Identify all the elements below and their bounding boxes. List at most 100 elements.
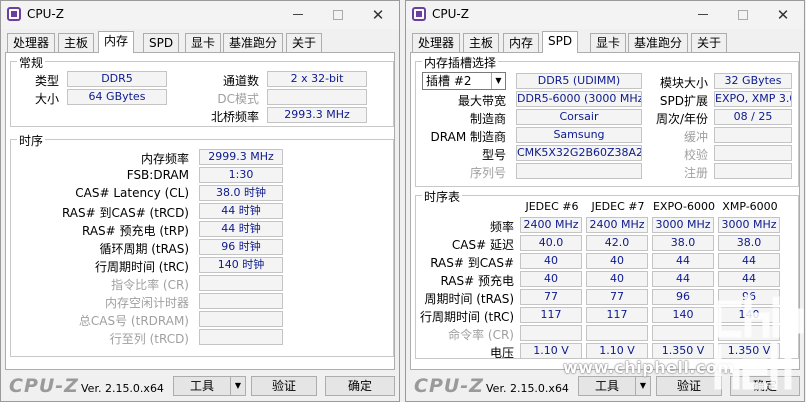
timing-value: 44 时钟 xyxy=(199,221,283,237)
cpuz-brand-logo: CPU-Z xyxy=(9,375,79,397)
timing-label: RAS# 预充电 (tRP) xyxy=(81,224,189,238)
close-button[interactable]: ✕ xyxy=(768,4,798,26)
chevron-down-icon: ▼ xyxy=(234,381,242,390)
manufacturer-label: 制造商 xyxy=(469,112,506,126)
serial-value xyxy=(516,163,642,179)
minimize-icon xyxy=(698,14,708,15)
maximize-button[interactable] xyxy=(728,4,758,26)
module-type-value: DDR5 (UDIMM) xyxy=(516,73,642,89)
version-text: Ver. 2.15.0.x64 xyxy=(486,382,569,395)
module-size-label: 模块大小 xyxy=(659,76,708,90)
spd-ext-value: EXPO, XMP 3.0 xyxy=(714,91,792,107)
buffered-label: 缓冲 xyxy=(683,130,708,144)
channels-label: 通道数 xyxy=(222,74,259,88)
title-bar[interactable]: CPU-Z ✕ xyxy=(406,1,804,29)
correction-label: 校验 xyxy=(683,148,708,162)
timing-label: 内存空闲计时器 xyxy=(104,296,189,310)
close-icon: ✕ xyxy=(371,6,385,24)
validate-button[interactable]: 验证 xyxy=(656,376,722,396)
minimize-icon xyxy=(293,14,303,15)
title-bar[interactable]: CPU-Z ✕ xyxy=(1,1,399,29)
timing-value: 2999.3 MHz xyxy=(199,149,283,165)
timing-cell xyxy=(520,325,582,341)
timing-cell: 77 xyxy=(520,289,582,305)
timing-cell: 38.0 xyxy=(718,235,780,251)
validate-button[interactable]: 验证 xyxy=(251,376,317,396)
buffered-value xyxy=(714,127,792,143)
tab-mainboard[interactable]: 主板 xyxy=(58,33,95,53)
tools-button[interactable]: 工具 xyxy=(173,376,231,396)
timing-value: 1:30 xyxy=(199,167,283,183)
registered-label: 注册 xyxy=(683,166,708,180)
footer: CPU-Z Ver. 2.15.0.x64 工具 ▼ 验证 确定 xyxy=(1,371,399,401)
cpuz-brand-logo: CPU-Z xyxy=(414,375,484,397)
timing-label: FSB:DRAM xyxy=(126,168,189,182)
tab-bar: 处理器 主板 内存 SPD 显卡 基准跑分 关于 xyxy=(410,31,800,53)
column-header: JEDEC #7 xyxy=(591,200,645,213)
tab-graphics[interactable]: 显卡 xyxy=(185,33,222,53)
timing-label: CAS# Latency (CL) xyxy=(75,186,189,200)
timing-label: 内存频率 xyxy=(140,152,189,166)
nbfreq-label: 北桥频率 xyxy=(210,110,259,124)
timings-group: 时序 内存频率 2999.3 MHz FSB:DRAM 1:30 CAS# La… xyxy=(10,132,394,357)
timing-value xyxy=(199,293,283,309)
tools-button[interactable]: 工具 xyxy=(578,376,636,396)
tab-bench[interactable]: 基准跑分 xyxy=(223,33,284,53)
timing-cell: 3000 MHz xyxy=(652,217,714,233)
tab-spd[interactable]: SPD xyxy=(143,33,180,53)
tab-graphics[interactable]: 显卡 xyxy=(590,33,627,53)
timing-cell: 1.10 V xyxy=(520,343,582,359)
timing-cell: 40 xyxy=(586,253,648,269)
timing-cell: 140 xyxy=(652,307,714,323)
timing-cell: 40 xyxy=(520,253,582,269)
maximize-icon xyxy=(738,9,748,20)
tab-cpu[interactable]: 处理器 xyxy=(412,33,461,53)
tab-memory[interactable]: 内存 xyxy=(503,33,540,53)
timing-cell: 44 xyxy=(718,271,780,287)
dcmode-label: DC模式 xyxy=(217,92,259,106)
tab-spd[interactable]: SPD xyxy=(542,31,579,53)
week-year-value: 08 / 25 xyxy=(714,109,792,125)
timing-label: 循环周期 (tRAS) xyxy=(99,242,189,256)
minimize-button[interactable] xyxy=(688,4,718,26)
watermark-url: www.chiphell.com xyxy=(563,358,735,377)
timing-label: 总CAS号 (tRDRAM) xyxy=(78,314,189,328)
tab-mainboard[interactable]: 主板 xyxy=(463,33,500,53)
timing-value: 96 时钟 xyxy=(199,239,283,255)
ok-button[interactable]: 确定 xyxy=(325,376,395,396)
tab-about[interactable]: 关于 xyxy=(691,33,728,53)
general-group-title: 常规 xyxy=(17,54,46,71)
slot-select[interactable]: 插槽 #2 ▼ xyxy=(422,72,506,90)
timing-cell: 44 xyxy=(718,253,780,269)
timing-value xyxy=(199,311,283,327)
slot-group: 内存插槽选择 插槽 #2 ▼ DDR5 (UDIMM) 模块大小 32 GByt… xyxy=(415,54,799,187)
timing-row-label: 周期时间 (tRAS) xyxy=(424,292,514,306)
tab-bench[interactable]: 基准跑分 xyxy=(628,33,689,53)
ok-button[interactable]: 确定 xyxy=(730,376,800,396)
timing-cell: 96 xyxy=(652,289,714,305)
size-value: 64 GBytes xyxy=(67,89,167,105)
tools-dropdown-button[interactable]: ▼ xyxy=(635,376,651,396)
maximize-button[interactable] xyxy=(323,4,353,26)
timing-value: 140 时钟 xyxy=(199,257,283,273)
timing-cell: 96 xyxy=(718,289,780,305)
minimize-button[interactable] xyxy=(283,4,313,26)
close-icon: ✕ xyxy=(776,6,790,24)
close-button[interactable]: ✕ xyxy=(363,4,393,26)
timing-row-label: 频率 xyxy=(489,220,514,234)
tab-about[interactable]: 关于 xyxy=(286,33,323,53)
correction-value xyxy=(714,145,792,161)
tab-cpu[interactable]: 处理器 xyxy=(7,33,56,53)
tab-memory[interactable]: 内存 xyxy=(98,31,135,53)
part-number-value: CMK5X32G2B60Z38A2 xyxy=(516,145,642,161)
dcmode-value xyxy=(267,89,367,105)
module-size-value: 32 GBytes xyxy=(714,73,792,89)
part-number-label: 型号 xyxy=(481,148,506,162)
registered-value xyxy=(714,163,792,179)
nbfreq-value: 2993.3 MHz xyxy=(267,107,367,123)
tools-dropdown-button[interactable]: ▼ xyxy=(230,376,246,396)
timing-table-group: 时序表 JEDEC #6 JEDEC #7 EXPO-6000 XMP-6000… xyxy=(415,188,799,360)
cpuz-app-icon xyxy=(7,7,21,21)
timing-cell: 44 xyxy=(652,271,714,287)
maximize-icon xyxy=(333,9,343,20)
